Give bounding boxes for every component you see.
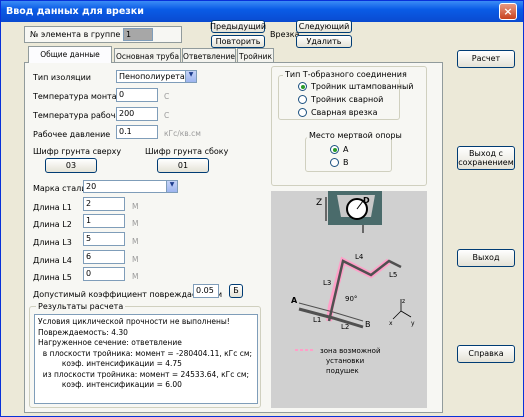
calculate-button[interactable]: Расчет xyxy=(457,50,515,68)
tee-welded-radio[interactable] xyxy=(298,95,307,104)
work-temp-unit: С xyxy=(164,111,170,120)
legend-line-1: зона возможной xyxy=(320,347,381,355)
length-l4-field[interactable]: 6 xyxy=(83,250,125,264)
soil-side-label: Шифр грунта сбоку xyxy=(145,147,229,156)
insulation-label: Тип изоляции xyxy=(33,73,91,82)
work-temp-field[interactable]: 200 xyxy=(116,107,158,121)
anchor-title: Место мертвой опоры xyxy=(307,131,404,140)
axis-x-line xyxy=(392,310,402,320)
tee-diagram-svg: Z D L3 L4 L5 90° A B L1 L2 z x y зона во… xyxy=(291,191,415,375)
insulation-value: Пенополиуретан xyxy=(119,72,191,81)
tee-type-title: Тип Т-образного соединения xyxy=(283,70,409,79)
diagram-z-label: Z xyxy=(316,198,322,208)
results-line: Повреждаемость: 4.30 xyxy=(38,327,128,337)
results-line: Условия циклической прочности не выполне… xyxy=(38,317,230,326)
results-line: Нагруженное сечение: ответвление xyxy=(38,338,182,347)
length-l1-field[interactable]: 2 xyxy=(83,197,125,211)
diagram-l2-label: L2 xyxy=(341,323,349,331)
steel-label: Марка стали xyxy=(33,184,87,193)
length-l1-unit: М xyxy=(132,202,139,211)
length-l1-label: Длина L1 xyxy=(33,203,72,212)
tee-stamped-label[interactable]: Тройник штампованный xyxy=(311,82,414,91)
length-l5-field[interactable]: 0 xyxy=(83,267,125,281)
tab-branch[interactable]: Ответвление xyxy=(182,48,236,62)
diagram-b-label: B xyxy=(365,320,371,329)
damage-b-button[interactable]: Б xyxy=(229,284,243,298)
chevron-down-icon[interactable]: ▼ xyxy=(185,71,196,82)
diagram-a-label: A xyxy=(291,296,298,305)
tab-tee[interactable]: Тройник xyxy=(237,48,274,62)
length-l3-field[interactable]: 5 xyxy=(83,232,125,246)
soil-top-label: Шифр грунта сверху xyxy=(33,147,122,156)
chevron-down-icon[interactable]: ▼ xyxy=(166,181,177,192)
length-l2-label: Длина L2 xyxy=(33,220,72,229)
length-l4-label: Длина L4 xyxy=(33,256,72,265)
exit-save-button[interactable]: Выход с сохранением xyxy=(457,146,515,170)
soil-side-button[interactable]: 01 xyxy=(157,158,209,173)
axis-z-label: z xyxy=(402,298,405,305)
legend-line-3: подушек xyxy=(326,367,359,375)
axis-y-line xyxy=(400,310,412,318)
damage-field[interactable]: 0.05 xyxy=(193,284,219,298)
anchor-a-label[interactable]: А xyxy=(343,145,348,154)
anchor-b-label[interactable]: В xyxy=(343,158,349,167)
anchor-group xyxy=(305,137,392,172)
length-l5-unit: М xyxy=(132,272,139,281)
close-button[interactable]: × xyxy=(499,3,517,20)
delete-button[interactable]: Удалить xyxy=(296,35,352,48)
length-l5-label: Длина L5 xyxy=(33,273,72,282)
tab-general[interactable]: Общие данные xyxy=(28,46,112,63)
results-title: Результаты расчета xyxy=(36,302,126,311)
pressure-label: Рабочее давление xyxy=(33,130,111,139)
diagram-angle-label: 90° xyxy=(345,295,357,303)
soil-top-button[interactable]: 03 xyxy=(45,158,97,173)
anchor-b-radio[interactable] xyxy=(330,158,339,167)
element-number-field[interactable]: 1 xyxy=(123,28,153,41)
next-button[interactable]: Следующий xyxy=(296,20,352,33)
axis-x-label: x xyxy=(389,320,393,327)
window-title: Ввод данных для врезки xyxy=(6,6,144,17)
element-number-label: № элемента в группе xyxy=(30,30,121,39)
tee-diagram: Z D L3 L4 L5 90° A B L1 L2 z x y зона во… xyxy=(271,191,427,408)
exit-button[interactable]: Выход xyxy=(457,249,515,267)
anchor-a-radio[interactable] xyxy=(330,145,339,154)
results-line: коэф. интенсификации = 4.75 xyxy=(38,359,182,368)
welded-tie-radio[interactable] xyxy=(298,108,307,117)
length-l2-unit: М xyxy=(132,219,139,228)
results-line: коэф. интенсификации = 6.00 xyxy=(38,380,182,389)
diagram-l3-label: L3 xyxy=(323,279,331,287)
repeat-button[interactable]: Повторить xyxy=(211,35,265,48)
pressure-field[interactable]: 0.1 xyxy=(116,125,158,139)
tee-welded-label[interactable]: Тройник сварной xyxy=(311,95,383,104)
mount-temp-unit: С xyxy=(164,92,170,101)
axis-y-label: y xyxy=(411,320,415,327)
length-l4-unit: М xyxy=(132,255,139,264)
length-l3-unit: М xyxy=(132,237,139,246)
title-bar: Ввод данных для врезки xyxy=(1,1,523,22)
results-line: из плоскости тройника: момент = 24533.64… xyxy=(38,369,250,379)
diagram-l4-label: L4 xyxy=(355,253,364,261)
mount-temp-field[interactable]: 0 xyxy=(116,88,158,102)
length-l3-label: Длина L3 xyxy=(33,238,72,247)
results-line: в плоскости тройника: момент = -280404.1… xyxy=(38,348,253,358)
diagram-l1-label: L1 xyxy=(313,316,321,324)
tab-main-pipe[interactable]: Основная труба xyxy=(114,48,181,62)
diagram-d-label: D xyxy=(363,196,370,205)
tee-stamped-radio[interactable] xyxy=(298,82,307,91)
steel-select[interactable]: 20 xyxy=(83,180,178,193)
work-temp-label: Температура рабочая xyxy=(33,111,126,120)
welded-tie-label[interactable]: Сварная врезка xyxy=(311,108,377,117)
diagram-l5-label: L5 xyxy=(389,271,397,279)
pressure-unit: кГс/кв.см xyxy=(164,129,201,138)
help-button[interactable]: Справка xyxy=(457,345,515,363)
results-box: Условия циклической прочности не выполне… xyxy=(34,314,258,404)
mount-temp-label: Температура монтажа xyxy=(33,92,129,101)
previous-button[interactable]: Предыдущий xyxy=(210,20,266,33)
steel-value: 20 xyxy=(86,182,97,191)
length-l2-field[interactable]: 1 xyxy=(83,214,125,228)
legend-line-2: установки xyxy=(326,357,364,365)
